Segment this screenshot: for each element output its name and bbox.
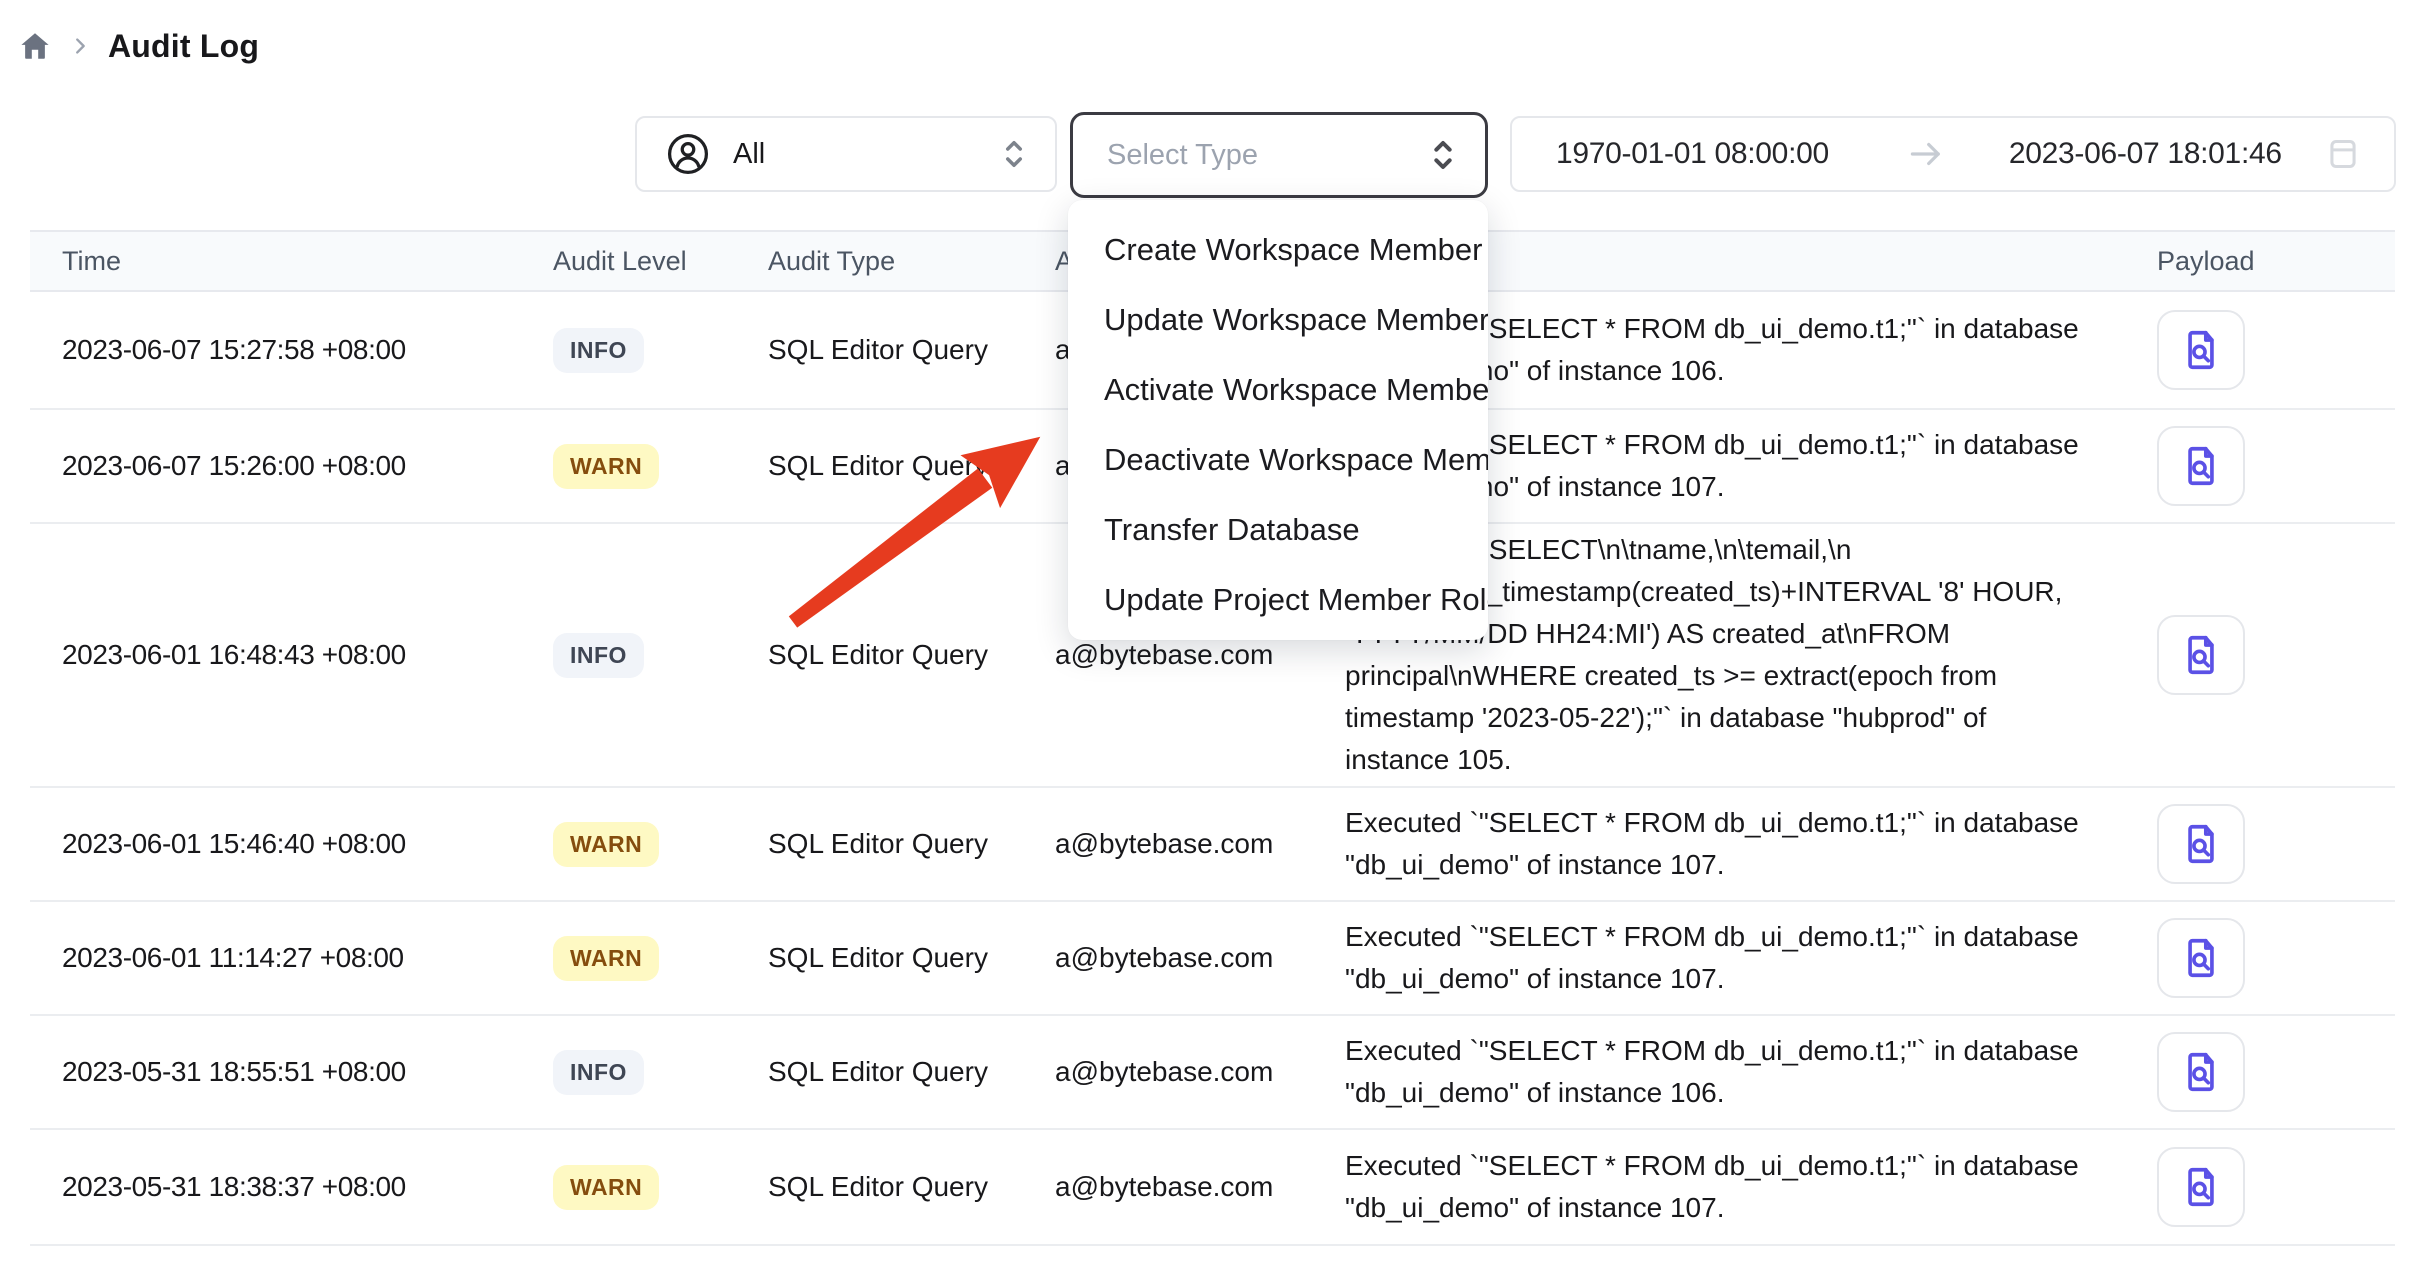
actor-cell: a@bytebase.com xyxy=(1055,639,1345,671)
type-filter-placeholder: Select Type xyxy=(1107,139,1258,172)
header-payload: Payload xyxy=(2157,246,2395,277)
menu-item-transfer-database[interactable]: Transfer Database xyxy=(1068,495,1488,565)
actor-cell: a@bytebase.com xyxy=(1055,828,1345,860)
comment-line: Executed `"SELECT * FROM db_ui_demo.t1;"… xyxy=(1345,1030,2157,1072)
comment-cell: Executed `"SELECT * FROM db_ui_demo.t1;"… xyxy=(1345,802,2157,886)
calendar-icon xyxy=(2326,136,2360,172)
payload-button[interactable] xyxy=(2157,1147,2245,1227)
table-row: 2023-06-01 15:46:40 +08:00 WARN SQL Edit… xyxy=(30,788,2395,902)
table-row: 2023-05-31 18:55:51 +08:00 INFO SQL Edit… xyxy=(30,1016,2395,1130)
file-search-icon xyxy=(2178,935,2224,981)
file-search-icon xyxy=(2178,632,2224,678)
header-level: Audit Level xyxy=(553,246,768,277)
payload-button[interactable] xyxy=(2157,615,2245,695)
comment-line: principal\nWHERE created_ts >= extract(e… xyxy=(1345,655,2157,697)
comment-line: "db_ui_demo" of instance 107. xyxy=(1345,844,2157,886)
time-cell: 2023-05-31 18:55:51 +08:00 xyxy=(62,1056,553,1088)
actor-filter-value: All xyxy=(733,138,765,171)
file-search-icon xyxy=(2178,327,2224,373)
menu-item-create-workspace-member[interactable]: Create Workspace Member xyxy=(1068,215,1488,285)
time-cell: 2023-06-01 15:46:40 +08:00 xyxy=(62,828,553,860)
selector-icon xyxy=(999,136,1029,172)
actor-filter-select[interactable]: All xyxy=(635,116,1057,192)
user-circle-icon xyxy=(665,131,711,177)
payload-button[interactable] xyxy=(2157,918,2245,998)
file-search-icon xyxy=(2178,443,2224,489)
comment-line: "db_ui_demo" of instance 107. xyxy=(1345,958,2157,1000)
audit-level-badge: WARN xyxy=(553,1165,659,1210)
actor-cell: a@bytebase.com xyxy=(1055,1171,1345,1203)
date-range-start: 1970-01-01 08:00:00 xyxy=(1556,137,1829,171)
time-cell: 2023-06-01 11:14:27 +08:00 xyxy=(62,942,553,974)
time-cell: 2023-06-07 15:27:58 +08:00 xyxy=(62,334,553,366)
comment-line: Executed `"SELECT * FROM db_ui_demo.t1;"… xyxy=(1345,916,2157,958)
type-cell: SQL Editor Query xyxy=(768,639,1055,671)
time-cell: 2023-06-01 16:48:43 +08:00 xyxy=(62,639,553,671)
file-search-icon xyxy=(2178,1049,2224,1095)
type-cell: SQL Editor Query xyxy=(768,942,1055,974)
page-title: Audit Log xyxy=(108,28,259,65)
date-range-end: 2023-06-07 18:01:46 xyxy=(2009,137,2282,171)
audit-level-badge: INFO xyxy=(553,328,644,373)
actor-cell: a@bytebase.com xyxy=(1055,942,1345,974)
audit-level-badge: WARN xyxy=(553,936,659,981)
payload-button[interactable] xyxy=(2157,804,2245,884)
file-search-icon xyxy=(2178,821,2224,867)
audit-level-badge: WARN xyxy=(553,444,659,489)
comment-line: Executed `"SELECT * FROM db_ui_demo.t1;"… xyxy=(1345,802,2157,844)
menu-item-activate-workspace-member[interactable]: Activate Workspace Member xyxy=(1068,355,1488,425)
comment-cell: Executed `"SELECT * FROM db_ui_demo.t1;"… xyxy=(1345,1145,2157,1229)
table-row: 2023-06-01 11:14:27 +08:00 WARN SQL Edit… xyxy=(30,902,2395,1016)
actor-cell: a@bytebase.com xyxy=(1055,1056,1345,1088)
type-cell: SQL Editor Query xyxy=(768,450,1055,482)
header-time: Time xyxy=(62,246,553,277)
type-cell: SQL Editor Query xyxy=(768,1056,1055,1088)
comment-line: "db_ui_demo" of instance 106. xyxy=(1345,1072,2157,1114)
type-menu: Create Workspace Member Update Workspace… xyxy=(1068,200,1488,640)
menu-item-deactivate-workspace-member[interactable]: Deactivate Workspace Member xyxy=(1068,425,1488,495)
audit-log-page: Audit Log All Select Type 1970- xyxy=(0,0,2410,1268)
time-cell: 2023-06-07 15:26:00 +08:00 xyxy=(62,450,553,482)
date-range-picker[interactable]: 1970-01-01 08:00:00 2023-06-07 18:01:46 xyxy=(1510,116,2396,192)
payload-button[interactable] xyxy=(2157,310,2245,390)
payload-button[interactable] xyxy=(2157,1032,2245,1112)
comment-line: "db_ui_demo" of instance 107. xyxy=(1345,1187,2157,1229)
type-cell: SQL Editor Query xyxy=(768,334,1055,366)
comment-cell: Executed `"SELECT * FROM db_ui_demo.t1;"… xyxy=(1345,916,2157,1000)
table-row: 2023-05-31 18:38:37 +08:00 WARN SQL Edit… xyxy=(30,1130,2395,1246)
type-filter-select[interactable]: Select Type xyxy=(1070,112,1488,198)
arrow-right-icon xyxy=(1907,139,1945,169)
header-type: Audit Type xyxy=(768,246,1055,277)
menu-item-update-workspace-member[interactable]: Update Workspace Member xyxy=(1068,285,1488,355)
breadcrumb: Audit Log xyxy=(18,24,259,68)
type-cell: SQL Editor Query xyxy=(768,828,1055,860)
audit-level-badge: INFO xyxy=(553,633,644,678)
type-cell: SQL Editor Query xyxy=(768,1171,1055,1203)
time-cell: 2023-05-31 18:38:37 +08:00 xyxy=(62,1171,553,1203)
audit-level-badge: INFO xyxy=(553,1050,644,1095)
comment-line: instance 105. xyxy=(1345,739,2157,781)
comment-line: timestamp '2023-05-22');"` in database "… xyxy=(1345,697,2157,739)
home-icon[interactable] xyxy=(18,29,52,63)
file-search-icon xyxy=(2178,1164,2224,1210)
chevron-right-icon xyxy=(68,34,92,58)
comment-line: Executed `"SELECT * FROM db_ui_demo.t1;"… xyxy=(1345,1145,2157,1187)
audit-level-badge: WARN xyxy=(553,822,659,867)
comment-cell: Executed `"SELECT * FROM db_ui_demo.t1;"… xyxy=(1345,1030,2157,1114)
payload-button[interactable] xyxy=(2157,426,2245,506)
menu-item-update-project-member-role[interactable]: Update Project Member Role xyxy=(1068,565,1488,635)
selector-icon xyxy=(1427,136,1459,174)
